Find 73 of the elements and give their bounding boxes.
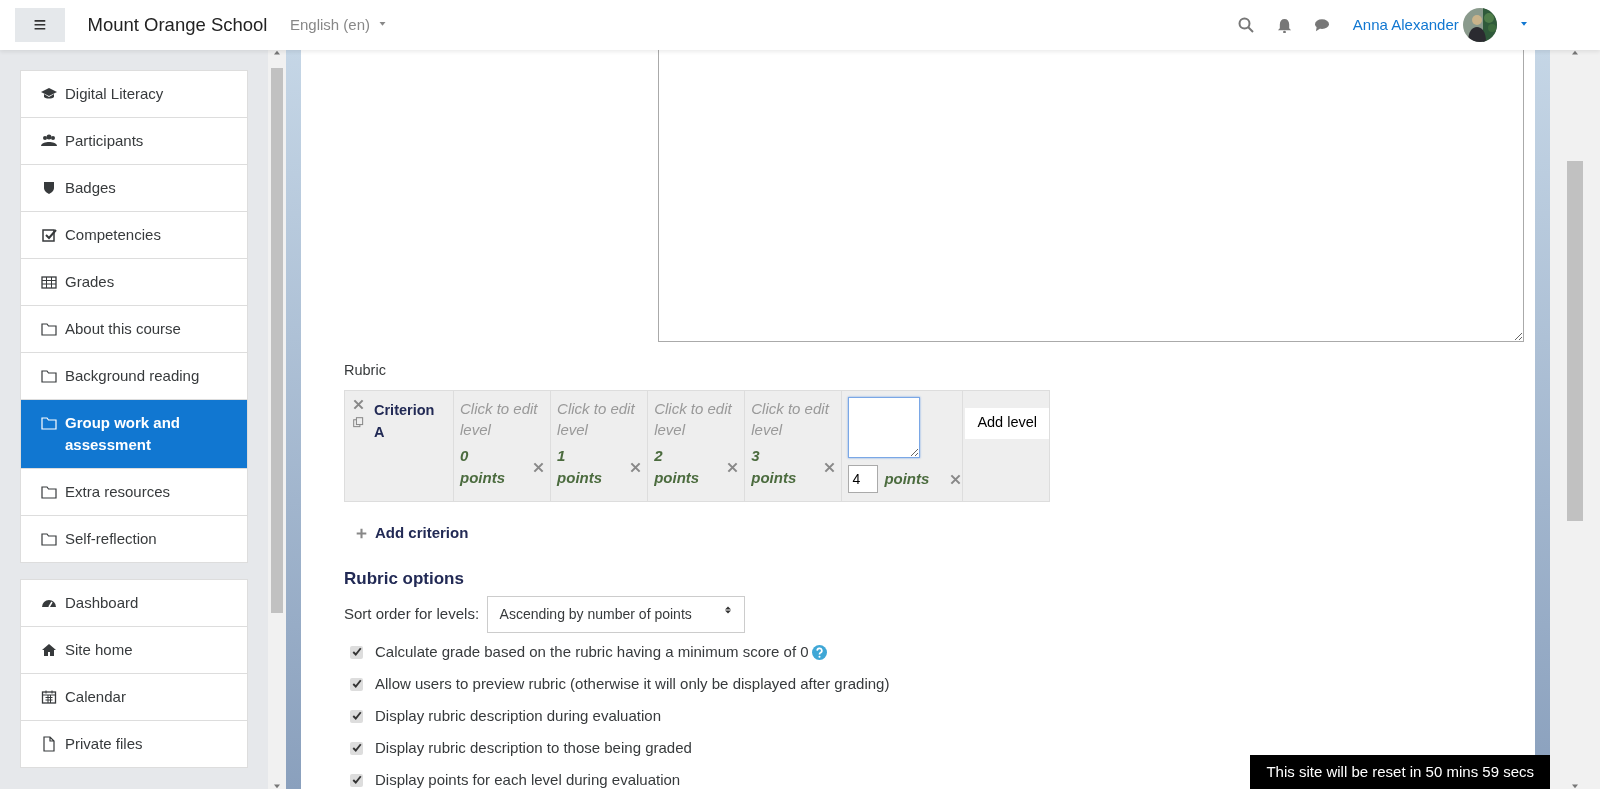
option-label: Allow users to preview rubric (otherwise it will only be displayed after grading) <box>375 674 890 694</box>
scrollbar-thumb[interactable] <box>271 68 283 613</box>
scrollbar-thumb[interactable] <box>1567 161 1583 521</box>
criterion-name[interactable]: Criterion A <box>374 398 445 443</box>
menu-button[interactable]: ≡ <box>15 8 65 42</box>
level-score[interactable]: 0 points <box>460 444 518 490</box>
checkbox-icon <box>41 227 57 243</box>
sidebar-item[interactable]: Participants <box>21 118 247 165</box>
checkbox[interactable] <box>350 773 363 787</box>
sort-order-select[interactable]: Ascending by number of points <box>486 595 745 633</box>
checkbox[interactable] <box>350 645 363 659</box>
sidebar-item[interactable]: Private files <box>21 721 247 767</box>
users-icon <box>41 133 57 149</box>
sidebar-item[interactable]: Calendar <box>21 674 247 721</box>
scroll-down-icon[interactable] <box>273 783 281 789</box>
folder-icon <box>41 321 57 337</box>
language-menu[interactable]: English (en) <box>289 13 387 37</box>
sidebar-item[interactable]: Competencies <box>21 212 247 259</box>
delete-icon[interactable] <box>824 461 836 473</box>
sidebar-item[interactable]: Self-reflection <box>21 516 247 562</box>
score-field[interactable]: 4 <box>848 465 879 494</box>
checkbox[interactable] <box>350 709 363 723</box>
help-icon[interactable] <box>812 644 828 660</box>
option-label: Display rubric description during evaluation <box>375 706 661 726</box>
caret-icon <box>377 22 387 28</box>
add-criterion-button[interactable]: Add criterion <box>356 521 1515 545</box>
sidebar-item[interactable]: Group work and assessment <box>21 400 247 469</box>
user-name[interactable]: Anna Alexander <box>1352 13 1459 37</box>
checkbox[interactable] <box>350 741 363 755</box>
site-name[interactable]: Mount Orange School <box>87 11 268 39</box>
duplicate-icon[interactable] <box>353 417 364 429</box>
bell-icon[interactable] <box>1276 17 1292 33</box>
level-score[interactable]: 2 points <box>654 444 712 490</box>
file-icon <box>41 736 57 752</box>
sidebar-item[interactable]: Badges <box>21 165 247 212</box>
sidebar-item[interactable]: Grades <box>21 259 247 306</box>
caret-icon[interactable] <box>1519 22 1529 28</box>
sidebar-item[interactable]: Extra resources <box>21 469 247 516</box>
delete-icon[interactable] <box>533 461 545 473</box>
field-label: Rubric <box>344 361 387 380</box>
sidebar-item[interactable]: Digital Literacy <box>21 71 247 118</box>
delete-icon[interactable] <box>630 461 642 473</box>
home-icon <box>41 642 57 658</box>
level-score[interactable]: 1 points <box>557 444 615 490</box>
checkbox[interactable] <box>350 677 363 691</box>
level-definition-field[interactable] <box>848 396 921 458</box>
sidebar-item[interactable]: Site home <box>21 627 247 674</box>
delete-icon[interactable] <box>727 461 739 473</box>
add-level-button[interactable]: Add level <box>965 407 1049 439</box>
delete-icon[interactable] <box>950 473 962 485</box>
sidebar-item[interactable]: Dashboard <box>21 580 247 627</box>
plus-icon <box>356 527 367 539</box>
level-score[interactable]: 3 points <box>751 444 809 490</box>
description-field[interactable] <box>658 50 1524 342</box>
field-label: Sort order for levels: <box>344 603 480 624</box>
option-label: Display points for each level during evaluation <box>375 770 681 789</box>
option-label: Display rubric description to those being graded <box>375 738 692 758</box>
scroll-down-icon[interactable] <box>1571 783 1579 789</box>
search-icon[interactable] <box>1238 17 1255 33</box>
section-heading: Rubric options <box>344 568 465 591</box>
folder-icon <box>41 368 57 384</box>
table-icon <box>41 274 57 290</box>
delete-icon[interactable] <box>353 398 364 410</box>
shield-icon <box>41 180 57 196</box>
calendar-icon <box>41 689 57 705</box>
score-unit: points <box>884 469 930 489</box>
reset-notice: This site will be reset in 50 mins 59 secs <box>1250 754 1550 789</box>
folder-icon <box>41 484 57 500</box>
sidebar-item[interactable]: About this course <box>21 306 247 353</box>
folder-icon <box>41 415 57 431</box>
chat-bubble-icon[interactable] <box>1314 18 1331 32</box>
option-label: Calculate grade based on the rubric having a minimum score of 0 <box>375 642 809 662</box>
folder-icon <box>41 531 57 547</box>
